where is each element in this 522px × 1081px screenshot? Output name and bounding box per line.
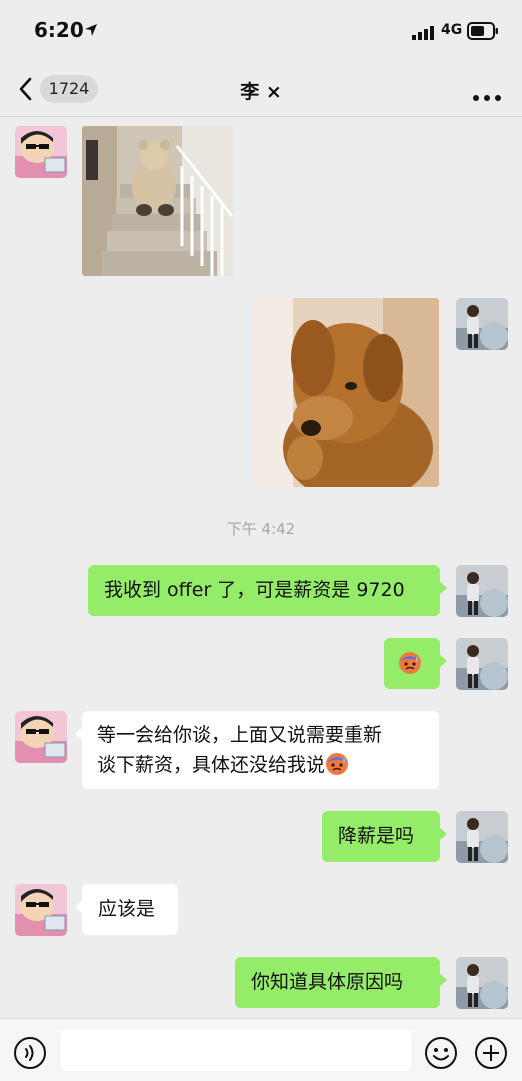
message-text-line2: 谈下薪资，具体还没给我说 <box>97 754 326 776</box>
voice-input-icon[interactable] <box>13 1036 47 1074</box>
message-text: 降薪是吗 <box>338 825 415 847</box>
chat-header: 1724 李 × <box>0 60 522 117</box>
message-text-input[interactable] <box>61 1029 411 1071</box>
my-avatar[interactable] <box>456 638 508 690</box>
message-bubble-incoming[interactable]: 应该是 <box>75 884 178 935</box>
my-avatar[interactable] <box>456 565 508 617</box>
cold-sweat-emoji-icon <box>325 752 349 776</box>
status-bar: 6:20 4G <box>0 0 522 60</box>
my-avatar[interactable] <box>456 811 508 863</box>
emoji-picker-icon[interactable] <box>424 1036 458 1074</box>
message-text: 你知道具体原因吗 <box>251 971 404 993</box>
more-options-icon[interactable] <box>472 86 502 101</box>
message-bubble-outgoing[interactable]: 我收到 offer 了，可是薪资是 9720 <box>88 565 447 616</box>
contact-avatar[interactable] <box>15 711 67 763</box>
my-avatar[interactable] <box>456 298 508 350</box>
my-avatar[interactable] <box>456 957 508 1009</box>
contact-avatar[interactable] <box>15 884 67 936</box>
image-message-teddy-bear[interactable] <box>82 126 233 276</box>
chat-title: 李 × <box>240 81 282 103</box>
location-arrow-icon <box>84 22 98 41</box>
message-text: 应该是 <box>98 898 156 920</box>
battery-icon <box>467 22 499 44</box>
chat-timestamp: 下午 4:42 <box>226 520 296 538</box>
message-bubble-outgoing-emoji[interactable] <box>384 638 447 689</box>
message-text-line1: 等一会给你谈，上面又说需要重新 <box>97 724 383 746</box>
network-type: 4G <box>441 22 463 38</box>
message-bubble-incoming[interactable]: 等一会给你谈，上面又说需要重新 谈下薪资，具体还没给我说 <box>75 711 439 789</box>
contact-avatar[interactable] <box>15 126 67 178</box>
status-time: 6:20 <box>34 18 84 42</box>
message-bubble-outgoing[interactable]: 降薪是吗 <box>322 811 447 862</box>
message-input-bar <box>0 1018 522 1081</box>
image-message-sad-dog[interactable] <box>253 298 439 487</box>
plus-more-icon[interactable] <box>474 1036 508 1074</box>
cellular-signal-icon <box>412 25 436 44</box>
message-bubble-outgoing[interactable]: 你知道具体原因吗 <box>235 957 447 1008</box>
cold-sweat-emoji-icon <box>398 651 422 675</box>
message-text: 我收到 offer 了，可是薪资是 9720 <box>104 579 405 601</box>
